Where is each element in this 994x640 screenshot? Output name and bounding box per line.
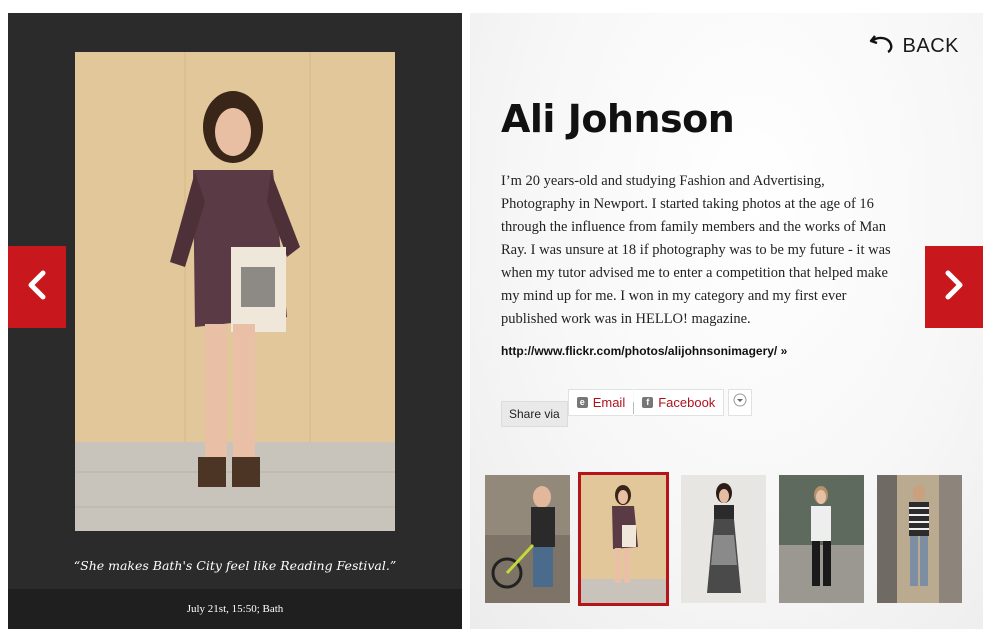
chevron-right-icon (943, 270, 965, 305)
share-email-label: Email (592, 395, 626, 410)
undo-arrow-icon (869, 33, 895, 59)
profile-bio: I’m 20 years-old and studying Fashion an… (501, 173, 891, 327)
thumbnail-1[interactable] (485, 475, 570, 603)
facebook-icon: f (642, 397, 654, 408)
share-facebook-label: Facebook (658, 395, 716, 410)
back-label: BACK (902, 34, 959, 57)
previous-button[interactable] (8, 246, 66, 328)
thumbnail-2[interactable] (578, 472, 669, 606)
share-email-button[interactable]: e Email (567, 389, 634, 416)
share-bar: Share via e Email f Facebook (501, 389, 753, 427)
chevron-left-icon (26, 270, 48, 305)
share-more-button[interactable] (728, 389, 753, 416)
share-label: Share via (501, 401, 568, 427)
share-facebook-button[interactable]: f Facebook (634, 389, 725, 416)
thumbnail-5[interactable] (877, 475, 962, 603)
profile-link[interactable]: http://www.flickr.com/photos/alijohnsoni… (501, 344, 787, 358)
profile-name: Ali Johnson (501, 97, 735, 141)
info-panel: BACK Ali Johnson I’m 20 years-old and st… (470, 13, 983, 629)
photo-date: July 21st, 15:50; Bath (8, 589, 462, 629)
email-icon: e (576, 397, 588, 408)
main-photo (75, 52, 395, 531)
back-button[interactable]: BACK (869, 33, 959, 59)
thumbnail-4[interactable] (779, 475, 864, 603)
photo-panel: “She makes Bath's City feel like Reading… (8, 13, 462, 629)
thumbnail-3[interactable] (681, 475, 766, 603)
next-button[interactable] (925, 246, 983, 328)
photo-caption: “She makes Bath's City feel like Reading… (73, 558, 397, 573)
chevron-down-icon (733, 393, 747, 412)
